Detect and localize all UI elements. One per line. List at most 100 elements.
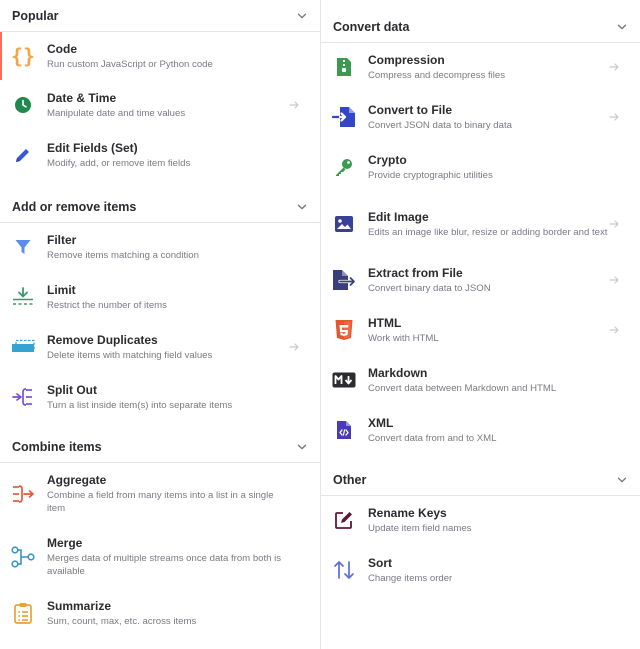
node-title: Rename Keys (368, 505, 447, 520)
node-title: Split Out (47, 382, 97, 397)
node-item-rename-keys[interactable]: Rename Keys Update item field names (321, 496, 640, 544)
chevron-down-icon[interactable] (616, 21, 628, 33)
html5-icon (331, 317, 357, 343)
node-title: Remove Duplicates (47, 332, 158, 347)
section-title: Combine items (12, 439, 102, 454)
node-item-aggregate[interactable]: Aggregate Combine a field from many item… (0, 470, 320, 518)
node-item-code[interactable]: {} Code Run custom JavaScript or Python … (0, 32, 320, 80)
node-item-markdown[interactable]: Markdown Convert data between Markdown a… (321, 356, 640, 404)
node-description: Restrict the number of items (47, 299, 167, 311)
node-item-split-out[interactable]: Split Out Turn a list inside item(s) int… (0, 373, 320, 421)
node-description: Combine a field from many items into a l… (47, 490, 274, 514)
aggregate-icon (10, 481, 36, 507)
node-description: Manipulate date and time values (47, 107, 186, 119)
node-item-date-time[interactable]: Date & Time Manipulate date and time val… (0, 81, 320, 129)
node-description: Work with HTML (368, 332, 439, 344)
code-braces-icon: {} (10, 44, 36, 68)
arrow-right-icon (608, 274, 620, 286)
node-description: Modify, add, or remove item fields (47, 157, 191, 169)
arrow-right-icon (288, 341, 300, 353)
extract-from-file-icon (331, 267, 357, 293)
convert-to-file-icon (331, 104, 357, 130)
section-header-other[interactable]: Other (321, 464, 640, 496)
section-title: Convert data (333, 19, 410, 34)
node-title: Compression (368, 52, 445, 67)
node-item-summarize[interactable]: Summarize Sum, count, max, etc. across i… (0, 589, 320, 637)
node-item-xml[interactable]: XML Convert data from and to XML (321, 406, 640, 454)
node-item-html[interactable]: HTML Work with HTML (321, 306, 640, 354)
node-item-sort[interactable]: Sort Change items order (321, 546, 640, 594)
right-panel: Convert data Compression Compress and de… (321, 0, 640, 649)
image-icon (331, 211, 357, 237)
section-header-popular[interactable]: Popular (0, 0, 320, 32)
arrow-right-icon (288, 99, 300, 111)
node-item-convert-to-file[interactable]: Convert to File Convert JSON data to bin… (321, 93, 640, 141)
node-title: XML (368, 415, 394, 430)
arrow-right-icon (608, 111, 620, 123)
clock-icon (10, 92, 36, 118)
merge-icon (10, 544, 36, 570)
node-title: Merge (47, 536, 83, 550)
key-icon (331, 154, 357, 180)
node-title: Summarize (47, 598, 112, 613)
node-description: Convert data between Markdown and HTML (368, 382, 557, 394)
node-description: Convert binary data to JSON (368, 282, 491, 294)
chevron-down-icon[interactable] (296, 441, 308, 453)
node-description: Convert JSON data to binary data (368, 119, 512, 131)
section-header-combine-items[interactable]: Combine items (0, 431, 320, 463)
node-item-compression[interactable]: Compression Compress and decompress file… (321, 43, 640, 91)
node-title: Crypto (368, 152, 407, 167)
node-item-limit[interactable]: Limit Restrict the number of items (0, 273, 320, 321)
node-title: Code (47, 41, 77, 56)
node-item-extract-from-file[interactable]: Extract from File Convert binary data to… (321, 256, 640, 304)
node-description: Convert data from and to XML (368, 432, 497, 444)
node-description: Edits an image like blur, resize or addi… (368, 226, 608, 238)
sort-icon (331, 557, 357, 583)
section-title: Popular (12, 8, 59, 23)
node-description: Remove items matching a condition (47, 249, 199, 261)
compression-icon (331, 54, 357, 80)
arrow-right-icon (608, 61, 620, 73)
pen-icon (10, 142, 36, 168)
node-title: Sort (368, 555, 392, 570)
node-description: Turn a list inside item(s) into separate… (47, 399, 233, 411)
node-description: Merges data of multiple streams once dat… (47, 553, 282, 577)
limit-icon (10, 284, 36, 310)
arrow-right-icon (608, 218, 620, 230)
filter-icon (10, 234, 36, 260)
section-header-convert-data[interactable]: Convert data (321, 11, 640, 43)
node-description: Sum, count, max, etc. across items (47, 615, 197, 627)
node-description: Update item field names (368, 522, 472, 534)
chevron-down-icon[interactable] (296, 201, 308, 213)
node-description: Run custom JavaScript or Python code (47, 58, 213, 70)
node-title: Extract from File (368, 265, 463, 280)
section-title: Add or remove items (12, 199, 137, 214)
node-item-crypto[interactable]: Crypto Provide cryptographic utilities (321, 143, 640, 191)
node-item-edit-image[interactable]: Edit Image Edits an image like blur, res… (321, 193, 640, 255)
node-title: Markdown (368, 365, 428, 380)
node-description: Compress and decompress files (368, 69, 506, 81)
split-out-icon (10, 384, 36, 410)
section-header-add-remove-items[interactable]: Add or remove items (0, 191, 320, 223)
node-title: HTML (368, 315, 402, 330)
section-title: Other (333, 472, 367, 487)
node-title: Filter (47, 232, 77, 247)
node-title: Aggregate (47, 473, 107, 487)
node-title: Date & Time (47, 90, 117, 105)
node-title: Limit (47, 282, 76, 297)
node-description: Provide cryptographic utilities (368, 169, 493, 181)
node-title: Edit Fields (Set) (47, 140, 138, 155)
node-item-remove-duplicates[interactable]: Remove Duplicates Delete items with matc… (0, 323, 320, 371)
node-item-filter[interactable]: Filter Remove items matching a condition (0, 223, 320, 271)
chevron-down-icon[interactable] (296, 10, 308, 22)
node-item-merge[interactable]: Merge Merges data of multiple streams on… (0, 533, 320, 581)
chevron-down-icon[interactable] (616, 474, 628, 486)
node-description: Change items order (368, 572, 453, 584)
node-title: Convert to File (368, 102, 453, 117)
node-description: Delete items with matching field values (47, 349, 213, 361)
left-panel: Popular {} Code Run custom JavaScript or… (0, 0, 321, 649)
node-item-edit-fields[interactable]: Edit Fields (Set) Modify, add, or remove… (0, 131, 320, 179)
arrow-right-icon (608, 324, 620, 336)
rename-icon (331, 507, 357, 533)
xml-file-icon (331, 417, 357, 443)
